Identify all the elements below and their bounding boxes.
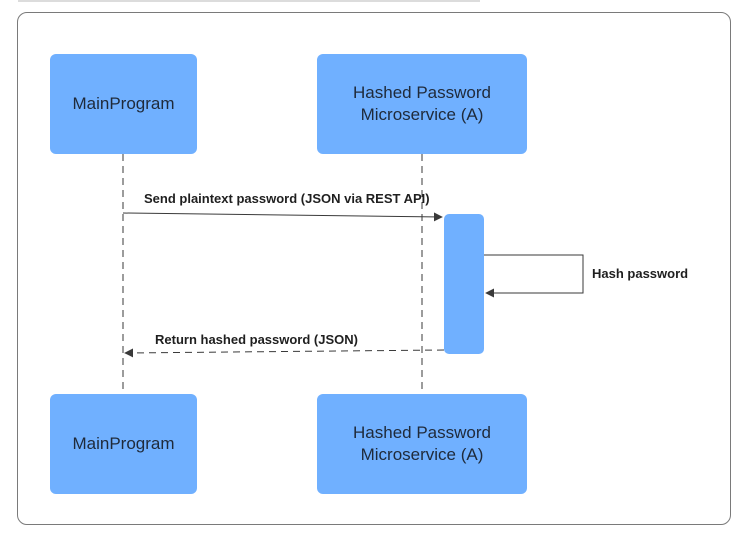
message-send-label: Send plaintext password (JSON via REST A… xyxy=(144,191,430,206)
participant-hash-bottom-label: Hashed Password Microservice (A) xyxy=(353,423,491,464)
participant-main-top-label: MainProgram xyxy=(72,94,175,113)
message-self-label: Hash password xyxy=(592,266,689,281)
participant-main-bottom: MainProgram xyxy=(50,394,197,494)
message-return-label: Return hashed password (JSON) xyxy=(155,332,358,347)
participant-main-top: MainProgram xyxy=(50,54,197,154)
participant-hash-top-label: Hashed Password Microservice (A) xyxy=(353,83,491,124)
message-return-arrow xyxy=(124,348,445,358)
participant-hash-top: Hashed Password Microservice (A) xyxy=(317,54,527,154)
participant-main-bottom-label: MainProgram xyxy=(72,434,175,453)
activation-bar-hash xyxy=(444,214,484,354)
message-self-loop-arrow xyxy=(484,254,584,298)
message-send-arrow xyxy=(122,212,443,222)
participant-hash-bottom: Hashed Password Microservice (A) xyxy=(317,394,527,494)
